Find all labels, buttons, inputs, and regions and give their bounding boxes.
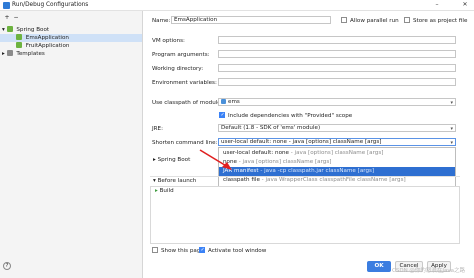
working-directory-label: Working directory: <box>152 66 204 72</box>
allow-parallel-run-checkbox[interactable] <box>341 17 347 23</box>
add-configuration-icon[interactable]: + <box>3 14 11 22</box>
include-provided-label: Include dependencies with "Provided" sco… <box>228 113 353 119</box>
spring-boot-icon <box>6 26 13 32</box>
dropdown-option[interactable]: none - java [options] className [args] <box>219 158 455 167</box>
help-icon[interactable]: ? <box>3 262 11 270</box>
spring-boot-icon <box>16 34 22 40</box>
chevron-down-icon: ▾ <box>153 178 156 184</box>
chevron-down-icon[interactable]: ▾ <box>2 27 5 33</box>
hammer-icon: ▸ <box>155 188 158 194</box>
program-arguments-input[interactable] <box>218 50 456 58</box>
chevron-down-icon: ▾ <box>450 140 453 146</box>
program-arguments-label: Program arguments: <box>152 52 210 58</box>
dropdown-option[interactable]: user-local default: none - java [options… <box>219 149 455 158</box>
chevron-down-icon: ▾ <box>450 126 453 132</box>
chevron-right-icon: ▸ <box>153 157 156 163</box>
vm-options-input[interactable] <box>218 36 456 44</box>
tree-group-spring-boot[interactable]: ▾ Spring Boot <box>0 26 142 34</box>
jre-dropdown[interactable]: Default (1.8 - SDK of 'ems' module) ▾ <box>218 124 456 132</box>
window-title: Run/Debug Configurations <box>12 2 89 8</box>
dropdown-option[interactable]: classpath file - java WrapperClass class… <box>219 176 455 185</box>
spring-boot-section-toggle[interactable]: ▸ Spring Boot <box>153 157 190 163</box>
shorten-command-line-popup: user-local default: none - java [options… <box>218 147 456 187</box>
working-directory-input[interactable] <box>218 64 456 72</box>
name-input[interactable]: EmsApplication <box>171 16 331 24</box>
shorten-command-line-dropdown[interactable]: user-local default: none - java [options… <box>218 138 456 146</box>
environment-variables-label: Environment variables: <box>152 80 217 86</box>
before-launch-toggle[interactable]: ▾ Before launch <box>153 178 196 184</box>
jre-label: JRE: <box>152 126 163 132</box>
spring-boot-icon <box>16 42 22 48</box>
include-provided-checkbox[interactable] <box>219 112 225 118</box>
store-as-project-file-checkbox[interactable] <box>404 17 410 23</box>
classpath-module-dropdown[interactable]: ems ▾ <box>218 98 456 106</box>
module-icon <box>221 99 226 104</box>
tree-item-ems-application[interactable]: EmsApplication <box>0 34 142 42</box>
minimize-icon[interactable]: – <box>430 0 444 10</box>
show-this-page-checkbox[interactable] <box>152 247 158 253</box>
environment-variables-input[interactable] <box>218 78 456 86</box>
list-item-build[interactable]: ▸ Build <box>155 188 174 194</box>
wrench-icon <box>6 50 13 56</box>
remove-configuration-icon[interactable]: − <box>12 14 20 22</box>
app-icon <box>3 2 10 9</box>
show-this-page-label: Show this page <box>161 248 204 254</box>
name-label: Name: <box>152 18 171 24</box>
dropdown-option-selected[interactable]: JAR manifest - java -cp classpath.jar cl… <box>219 167 455 176</box>
before-launch-list: ▸ Build <box>150 186 460 244</box>
store-as-project-file-label: Store as project file <box>413 18 468 24</box>
activate-tool-window-label: Activate tool window <box>208 248 267 254</box>
chevron-right-icon[interactable]: ▸ <box>2 51 5 57</box>
classpath-module-label: Use classpath of module: <box>152 100 223 106</box>
close-icon[interactable]: ✕ <box>458 0 472 10</box>
watermark: CSDN @你的怒浪在Java之路 <box>392 268 466 274</box>
activate-tool-window-checkbox[interactable] <box>199 247 205 253</box>
divider <box>150 176 460 177</box>
vm-options-label: VM options: <box>152 38 185 44</box>
annotation-arrow <box>199 149 232 170</box>
ok-button[interactable]: OK <box>367 261 391 272</box>
allow-parallel-run-label: Allow parallel run <box>350 18 399 24</box>
chevron-down-icon: ▾ <box>450 100 453 106</box>
shorten-command-line-label: Shorten command line: <box>152 140 218 146</box>
tree-item-fruit-application[interactable]: FruitApplication <box>0 42 142 50</box>
tree-group-templates[interactable]: ▸ Templates <box>0 50 142 58</box>
